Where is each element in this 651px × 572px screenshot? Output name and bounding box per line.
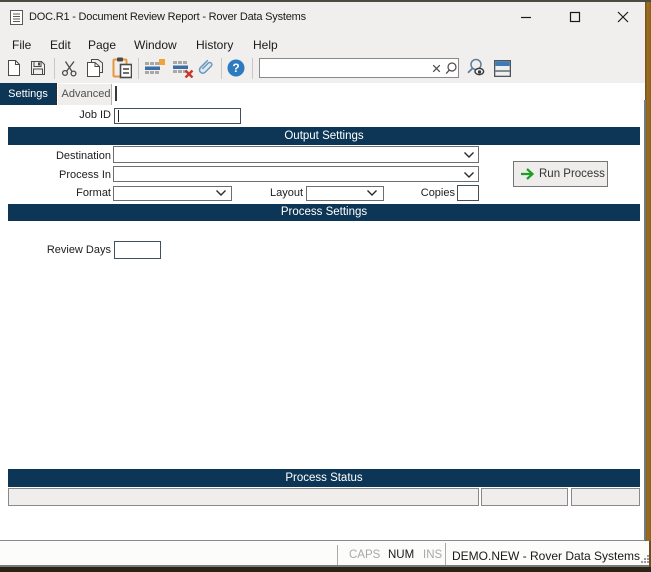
svg-text:?: ? [232,61,239,75]
